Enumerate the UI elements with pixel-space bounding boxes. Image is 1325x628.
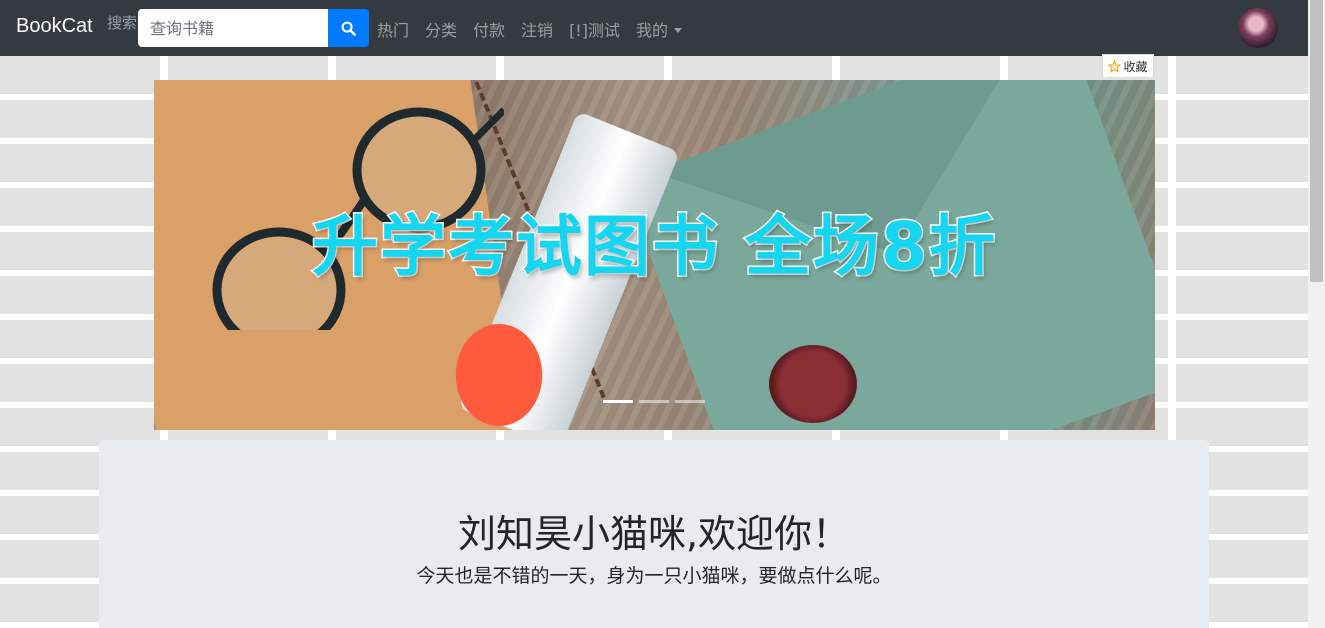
nav-link-test[interactable]: [!]测试: [569, 17, 620, 41]
banner-wax-seal: [769, 345, 857, 423]
nav-dropdown-mine-label: 我的: [635, 21, 668, 40]
favorite-label: 收藏: [1123, 59, 1148, 74]
nav-link-category[interactable]: 分类: [425, 17, 457, 41]
welcome-jumbotron: 刘知昊小猫咪,欢迎你！ 今天也是不错的一天，身为一只小猫咪，要做点什么呢。: [99, 440, 1209, 628]
carousel-indicators: [603, 400, 705, 403]
star-icon: [1108, 59, 1122, 73]
carousel[interactable]: 升学考试图书 全场8折 ‹ ›: [154, 80, 1155, 430]
nav-links: 热门 分类 付款 注销 [!]测试 我的: [377, 17, 682, 41]
search-icon: [341, 21, 356, 36]
scrollbar-thumb[interactable]: [1310, 0, 1323, 282]
favorite-button[interactable]: 收藏: [1102, 54, 1154, 78]
search-button[interactable]: [328, 9, 369, 47]
caret-down-icon: [673, 28, 682, 33]
nav-link-logout[interactable]: 注销: [521, 17, 553, 41]
nav-link-payment[interactable]: 付款: [473, 17, 505, 41]
brand-logo[interactable]: BookCat: [16, 15, 93, 38]
nav-link-hot[interactable]: 热门: [377, 17, 409, 41]
nav-dropdown-mine[interactable]: 我的: [636, 17, 682, 41]
avatar[interactable]: [1238, 8, 1278, 48]
carousel-indicator[interactable]: [639, 400, 669, 403]
search-label: 搜索: [107, 14, 138, 32]
carousel-indicator[interactable]: [603, 400, 633, 403]
welcome-subtitle: 今天也是不错的一天，身为一只小猫咪，要做点什么呢。: [416, 565, 892, 587]
navbar: BookCat 搜索 热门 分类 付款 注销 [!]测试 我的: [0, 0, 1308, 56]
vertical-scrollbar[interactable]: [1308, 0, 1325, 628]
welcome-title: 刘知昊小猫咪,欢迎你！: [457, 512, 851, 556]
banner-headline: 升学考试图书 全场8折: [311, 207, 997, 287]
search-input[interactable]: [138, 9, 328, 47]
carousel-indicator[interactable]: [675, 400, 705, 403]
